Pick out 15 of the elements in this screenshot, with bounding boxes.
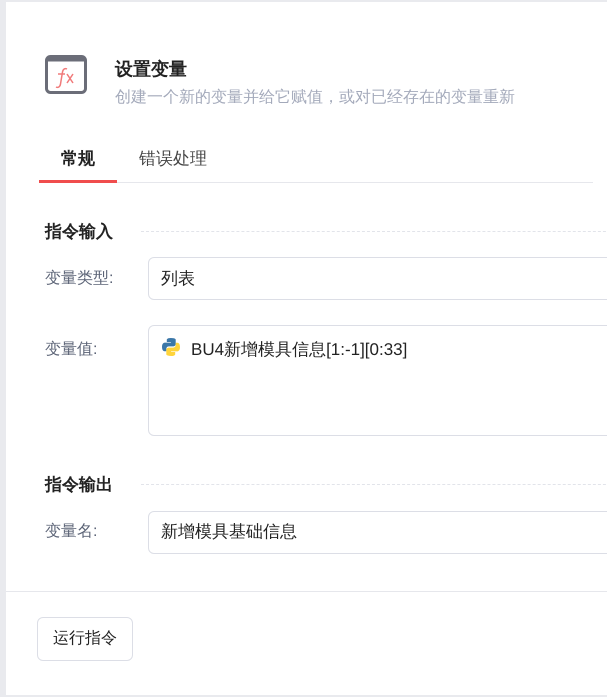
expression-field[interactable]: BU4新增模具信息[1:-1][0:33]	[148, 325, 607, 436]
run-button[interactable]: 运行指令	[37, 616, 133, 660]
python-icon	[161, 337, 181, 357]
dialog-description: 创建一个新的变量并给它赋值，或对已经存在的变量重新	[115, 88, 515, 108]
dialog-title: 设置变量	[115, 58, 188, 81]
field-label: 变量类型:	[45, 268, 114, 288]
function-icon	[45, 55, 87, 94]
tab[interactable]: 错误处理	[117, 146, 229, 182]
field-label: 变量值:	[45, 340, 98, 360]
tab[interactable]: 常规	[39, 146, 117, 182]
section-title: 指令输出	[45, 474, 113, 496]
field-label: 变量名:	[45, 522, 98, 542]
type-select[interactable]: 列表	[148, 257, 607, 300]
section-title: 指令输入	[45, 220, 113, 242]
name-field[interactable]: 新增模具基础信息	[148, 510, 607, 554]
